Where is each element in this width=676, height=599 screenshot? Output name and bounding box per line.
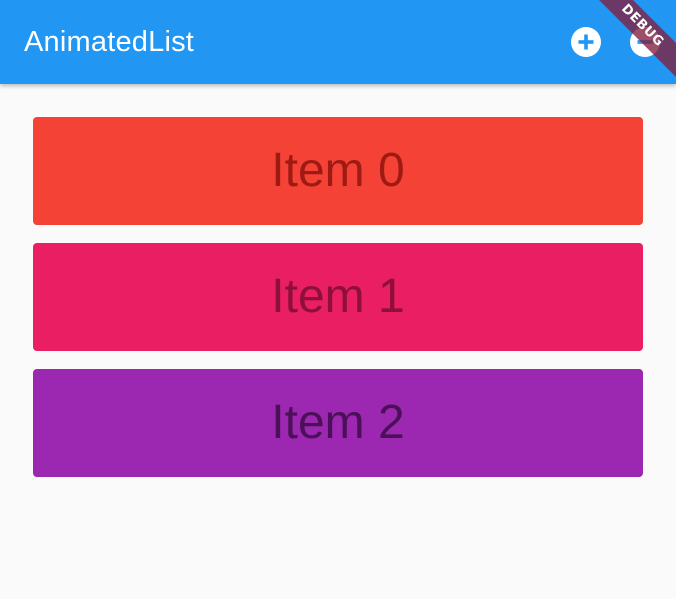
add-button[interactable] xyxy=(570,26,602,58)
list-item-label: Item 0 xyxy=(271,144,405,197)
remove-button[interactable] xyxy=(629,26,661,58)
app-bar: AnimatedList xyxy=(0,0,676,84)
remove-circle-icon xyxy=(630,27,660,57)
list-item[interactable]: Item 1 xyxy=(33,243,643,351)
add-circle-icon xyxy=(571,27,601,57)
app-window: AnimatedList DEBUG Item 0 Item 1 Item 2 xyxy=(0,0,676,599)
list-item[interactable]: Item 2 xyxy=(33,369,643,477)
list-item[interactable]: Item 0 xyxy=(33,117,643,225)
animated-list: Item 0 Item 1 Item 2 xyxy=(33,117,643,495)
list-item-label: Item 2 xyxy=(271,396,405,449)
page-title: AnimatedList xyxy=(24,26,195,58)
list-item-label: Item 1 xyxy=(271,270,405,323)
